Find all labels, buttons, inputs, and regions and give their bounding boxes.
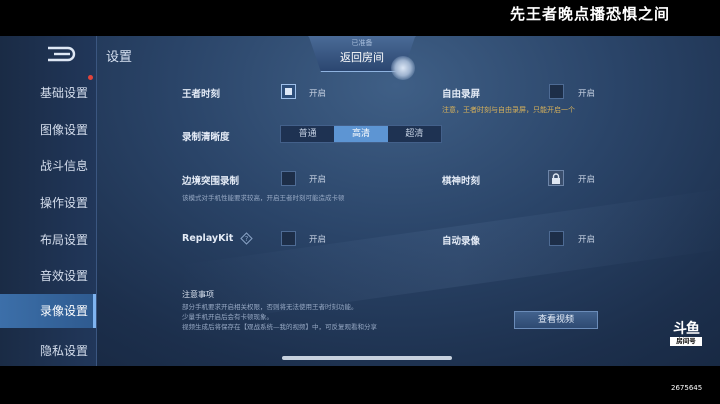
sidebar-item-recording[interactable]: 录像设置 xyxy=(0,294,96,328)
home-indicator-bar[interactable] xyxy=(282,356,452,360)
notice-title: 注意事项 xyxy=(182,290,214,299)
ready-status: 已准备 xyxy=(351,39,373,47)
free-record-toggle-text: 开启 xyxy=(578,89,596,99)
chess-moment-label: 棋神时刻 xyxy=(442,176,481,187)
sidebar-item-combat-info[interactable]: 战斗信息 xyxy=(0,149,96,183)
king-moment-toggle-text: 开启 xyxy=(309,89,327,99)
exclusive-warning: 注意，王者时刻与自由录屏，只能开启一个 xyxy=(442,106,575,114)
stream-title: 先王者晚点播恐惧之间 xyxy=(509,5,670,23)
sidebar-item-controls[interactable]: 操作设置 xyxy=(0,186,96,220)
notice-line-1: 部分手机要求开启相关权限，否则将无法使用王者时刻功能。 xyxy=(182,303,358,311)
chess-moment-locked-checkbox[interactable] xyxy=(548,170,564,186)
quality-option-hd[interactable]: 高清 xyxy=(334,126,388,142)
replaykit-label: ReplayKit xyxy=(182,233,234,244)
notice-line-2: 少量手机开启后会有卡顿现象。 xyxy=(182,313,273,321)
free-record-label: 自由录屏 xyxy=(442,89,481,100)
border-record-note: 该模式对手机性能要求较高，开启王者时刻可能造成卡顿 xyxy=(182,194,345,202)
sidebar-item-privacy[interactable]: 隐私设置 xyxy=(0,334,96,366)
auto-record-checkbox[interactable] xyxy=(549,231,564,246)
stream-bottom-bar xyxy=(0,366,720,404)
help-icon[interactable]: ? xyxy=(240,232,253,245)
douyu-watermark: 斗鱼 房间号 xyxy=(666,318,706,366)
replaykit-checkbox[interactable] xyxy=(281,231,296,246)
room-number: 2675645 xyxy=(671,384,703,392)
quality-option-ultra[interactable]: 超清 xyxy=(387,126,441,142)
svg-text:?: ? xyxy=(245,235,249,243)
border-record-toggle-text: 开启 xyxy=(309,175,327,185)
border-record-checkbox[interactable] xyxy=(281,171,296,186)
quality-option-normal[interactable]: 普通 xyxy=(281,126,335,142)
free-record-checkbox[interactable] xyxy=(549,84,564,99)
quality-label: 录制清晰度 xyxy=(182,132,230,143)
king-moment-label: 王者时刻 xyxy=(182,89,221,100)
auto-record-label: 自动录像 xyxy=(442,236,481,247)
quality-selector: 普通 高清 超清 xyxy=(280,125,442,143)
lock-icon xyxy=(552,173,560,184)
chess-moment-toggle-text: 开启 xyxy=(578,175,596,185)
settings-sidebar: 基础设置 图像设置 战斗信息 操作设置 布局设置 音效设置 录像设置 隐私设置 xyxy=(0,36,97,366)
room-number-label: 房间号 xyxy=(670,337,702,346)
sidebar-item-basic[interactable]: 基础设置 xyxy=(0,76,96,110)
replaykit-toggle-text: 开启 xyxy=(309,235,327,245)
auto-record-toggle-text: 开启 xyxy=(578,235,596,245)
back-arrow-icon xyxy=(48,46,76,62)
page-title: 设置 xyxy=(106,50,133,65)
glow-orb-icon xyxy=(391,56,415,80)
game-settings-screen: 基础设置 图像设置 战斗信息 操作设置 布局设置 音效设置 录像设置 隐私设置 … xyxy=(0,36,720,366)
stream-top-bar: 先王者晚点播恐惧之间 xyxy=(0,0,720,36)
notice-line-3: 视频生成后将保存在【观战系统—我的视频】中，可反复观看和分享 xyxy=(182,323,377,331)
king-moment-checkbox[interactable] xyxy=(281,84,296,99)
douyu-logo-text: 斗鱼 xyxy=(673,321,700,337)
sidebar-item-graphics[interactable]: 图像设置 xyxy=(0,113,96,147)
view-videos-button[interactable]: 查看视频 xyxy=(514,311,598,329)
sidebar-item-audio[interactable]: 音效设置 xyxy=(0,259,96,293)
border-record-label: 边境突围录制 xyxy=(182,176,240,187)
sidebar-item-layout[interactable]: 布局设置 xyxy=(0,223,96,257)
back-button[interactable] xyxy=(44,44,78,64)
